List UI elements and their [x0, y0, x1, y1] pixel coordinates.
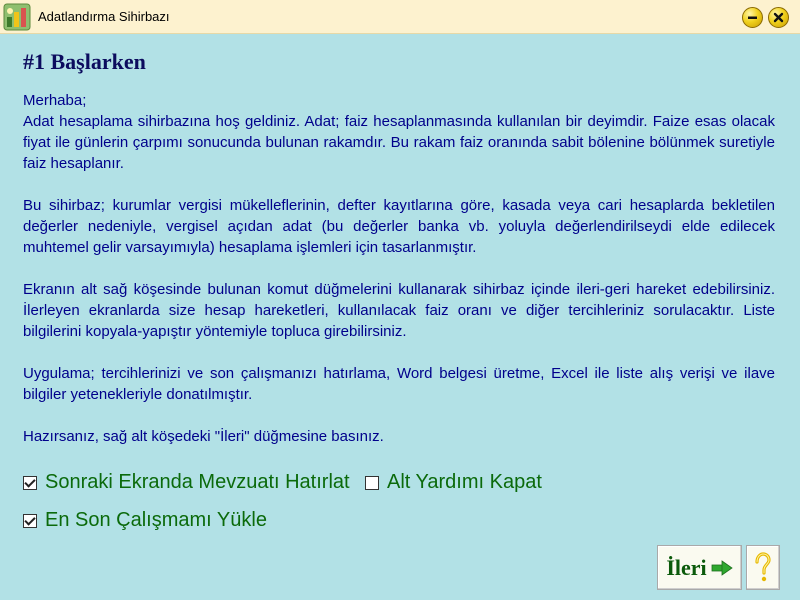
- load-last-work-label: En Son Çalışmamı Yükle: [45, 509, 267, 531]
- remind-legislation-label: Sonraki Ekranda Mevzuatı Hatırlat: [45, 471, 350, 493]
- page-title: #1 Başlarken: [23, 49, 146, 74]
- close-bottom-help-checkbox[interactable]: [365, 475, 379, 490]
- close-bottom-help-label: Alt Yardımı Kapat: [387, 471, 542, 493]
- minimize-button[interactable]: [742, 7, 763, 28]
- greeting-text: Merhaba;: [23, 92, 87, 109]
- intro-paragraph: Uygulama; tercihlerinizi ve son çalışman…: [23, 365, 775, 403]
- remind-legislation-option[interactable]: Sonraki Ekranda Mevzuatı Hatırlat: [23, 471, 350, 494]
- app-wizard-icon: [3, 3, 31, 31]
- intro-text: Merhaba; Adat hesaplama sihirbazına hoş …: [23, 90, 775, 447]
- load-last-work-option[interactable]: En Son Çalışmamı Yükle: [23, 509, 267, 532]
- help-button[interactable]: [746, 545, 780, 590]
- question-mark-icon: [755, 551, 771, 581]
- intro-paragraph: Hazırsanız, sağ alt köşedeki "İleri" düğ…: [23, 428, 384, 445]
- intro-paragraph: Adat hesaplama sihirbazına hoş geldiniz.…: [23, 113, 775, 172]
- close-icon: [773, 12, 784, 23]
- close-button[interactable]: [768, 7, 789, 28]
- next-button-label: İleri: [666, 554, 707, 580]
- remind-legislation-checkbox[interactable]: [23, 475, 37, 490]
- arrow-right-icon: [711, 559, 733, 576]
- next-button[interactable]: İleri: [657, 545, 742, 590]
- minimize-icon: [748, 16, 757, 19]
- title-bar: Adatlandırma Sihirbazı: [0, 0, 800, 34]
- intro-paragraph: Ekranın alt sağ köşesinde bulunan komut …: [23, 281, 775, 340]
- intro-paragraph: Bu sihirbaz; kurumlar vergisi mükellefle…: [23, 197, 775, 256]
- load-last-work-checkbox[interactable]: [23, 513, 37, 528]
- close-bottom-help-option[interactable]: Alt Yardımı Kapat: [365, 471, 542, 494]
- window-title: Adatlandırma Sihirbazı: [38, 9, 170, 24]
